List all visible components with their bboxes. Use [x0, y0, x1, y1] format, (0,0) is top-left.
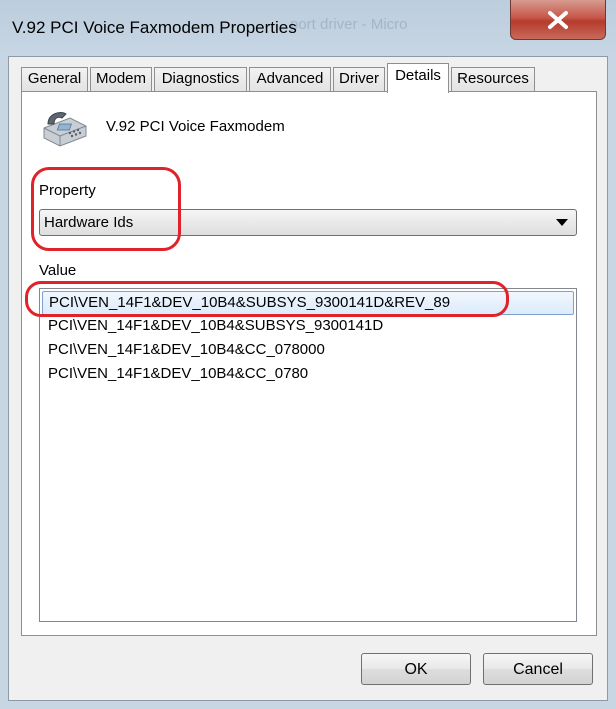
background-window-ghost-text: port driver - Micro	[290, 16, 408, 33]
ok-button[interactable]: OK	[361, 653, 471, 685]
cancel-button[interactable]: Cancel	[483, 653, 593, 685]
title-bar[interactable]: port driver - Micro V.92 PCI Voice Faxmo…	[0, 0, 616, 56]
dialog-client-area: General Modem Diagnostics Advanced Drive…	[8, 56, 608, 701]
list-item[interactable]: PCI\VEN_14F1&DEV_10B4&CC_0780	[42, 363, 574, 387]
tab-resources[interactable]: Resources	[451, 67, 535, 91]
tab-general[interactable]: General	[21, 67, 88, 91]
property-selected-value: Hardware Ids	[44, 214, 134, 231]
tab-driver[interactable]: Driver	[333, 67, 385, 91]
details-tab-page: V.92 PCI Voice Faxmodem Property Hardwar…	[21, 91, 597, 636]
value-label: Value	[39, 262, 77, 279]
chevron-down-icon	[556, 219, 568, 226]
close-button[interactable]	[510, 0, 606, 40]
tab-diagnostics[interactable]: Diagnostics	[154, 67, 247, 91]
list-item[interactable]: PCI\VEN_14F1&DEV_10B4&SUBSYS_9300141D	[42, 315, 574, 339]
value-list[interactable]: PCI\VEN_14F1&DEV_10B4&SUBSYS_9300141D&RE…	[39, 288, 577, 622]
window-title: V.92 PCI Voice Faxmodem Properties	[12, 18, 297, 37]
properties-window: port driver - Micro V.92 PCI Voice Faxmo…	[0, 0, 616, 709]
list-item[interactable]: PCI\VEN_14F1&DEV_10B4&SUBSYS_9300141D&RE…	[42, 291, 574, 315]
tab-modem[interactable]: Modem	[90, 67, 152, 91]
list-item[interactable]: PCI\VEN_14F1&DEV_10B4&CC_078000	[42, 339, 574, 363]
tab-details[interactable]: Details	[387, 63, 449, 93]
fax-machine-icon	[43, 111, 87, 147]
property-label: Property	[39, 182, 96, 199]
property-dropdown[interactable]: Hardware Ids	[39, 209, 577, 236]
device-name: V.92 PCI Voice Faxmodem	[106, 118, 285, 135]
close-icon	[548, 11, 568, 29]
tab-advanced[interactable]: Advanced	[249, 67, 331, 91]
